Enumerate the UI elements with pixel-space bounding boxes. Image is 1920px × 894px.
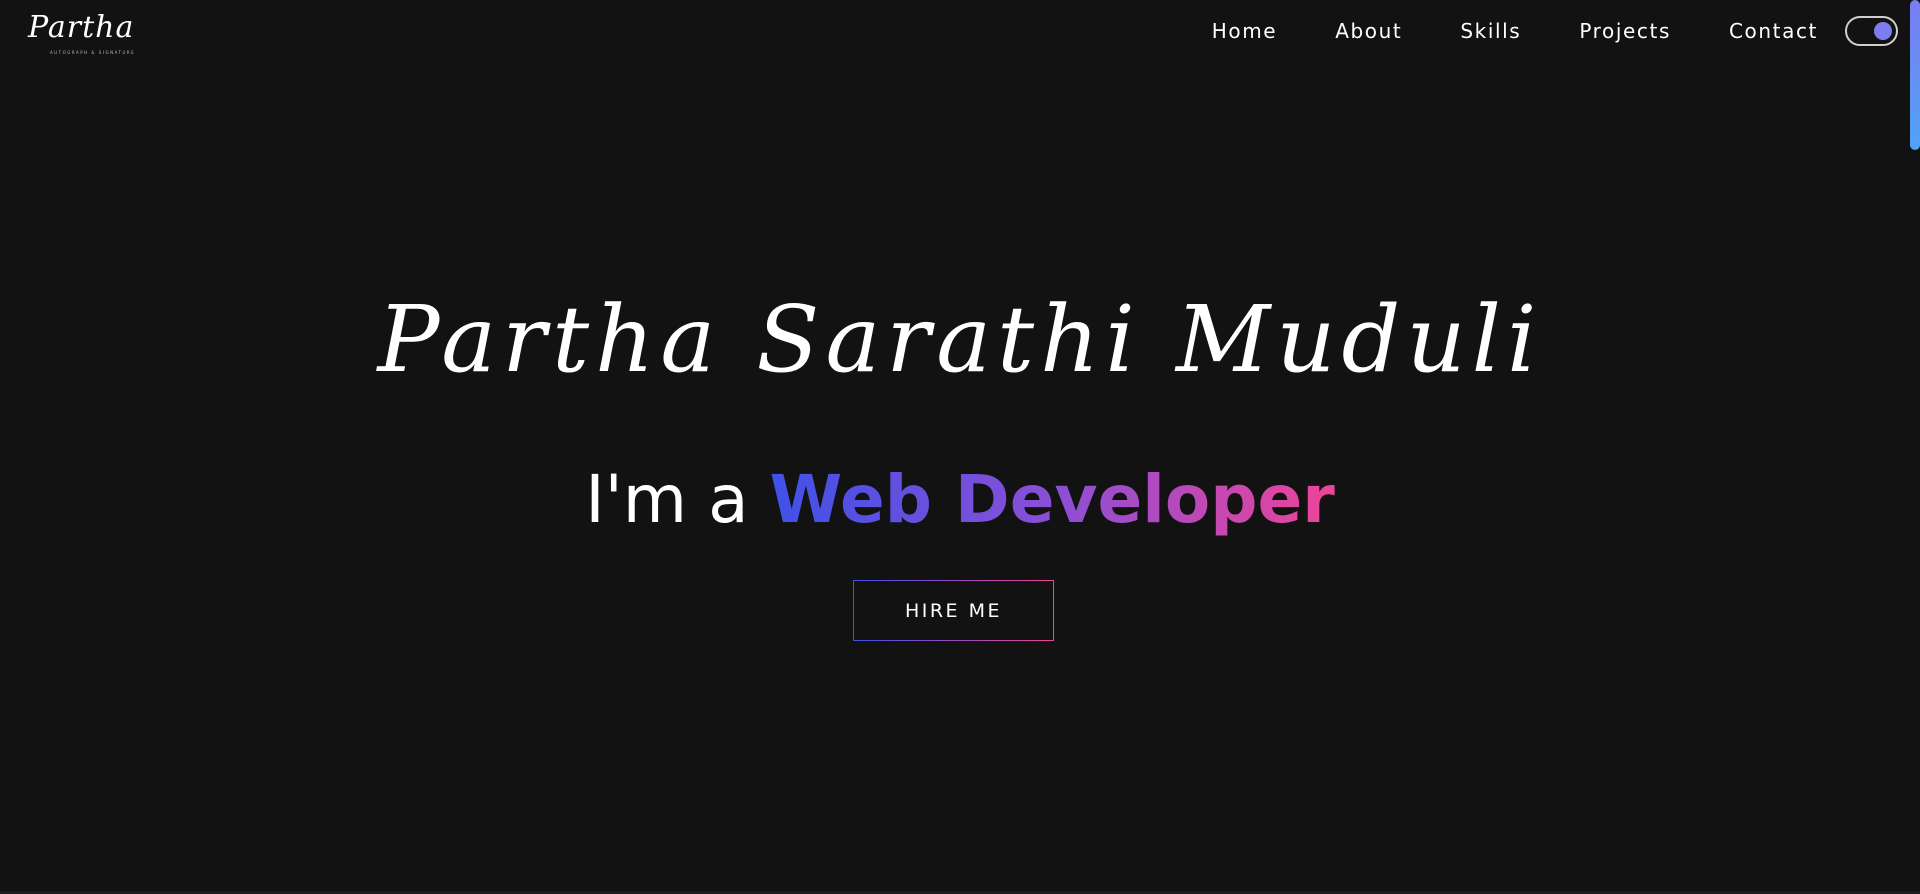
page: Partha AUTOGRAPH & SIGNATURE Home About …	[0, 0, 1920, 894]
site-logo[interactable]: Partha AUTOGRAPH & SIGNATURE	[24, 6, 134, 56]
hire-me-button[interactable]: HIRE ME	[853, 580, 1054, 641]
nav-home[interactable]: Home	[1212, 18, 1277, 44]
nav-contact[interactable]: Contact	[1729, 18, 1818, 44]
theme-toggle[interactable]	[1845, 16, 1898, 46]
hero-role: I'm a Web Developer	[0, 460, 1920, 540]
scrollbar-thumb[interactable]	[1910, 0, 1920, 150]
hero-name: Partha Sarathi Muduli	[377, 286, 1543, 393]
nav-projects[interactable]: Projects	[1579, 18, 1671, 44]
logo-subtext: AUTOGRAPH & SIGNATURE	[50, 50, 136, 55]
scrollbar[interactable]	[1910, 0, 1920, 894]
role-highlight: Web Developer	[769, 461, 1335, 538]
role-prefix: I'm a	[585, 461, 770, 538]
logo-text: Partha	[28, 10, 135, 45]
main-nav: Home About Skills Projects Contact	[1212, 18, 1818, 44]
nav-skills[interactable]: Skills	[1460, 18, 1521, 44]
toggle-knob	[1874, 22, 1892, 40]
nav-about[interactable]: About	[1335, 18, 1402, 44]
